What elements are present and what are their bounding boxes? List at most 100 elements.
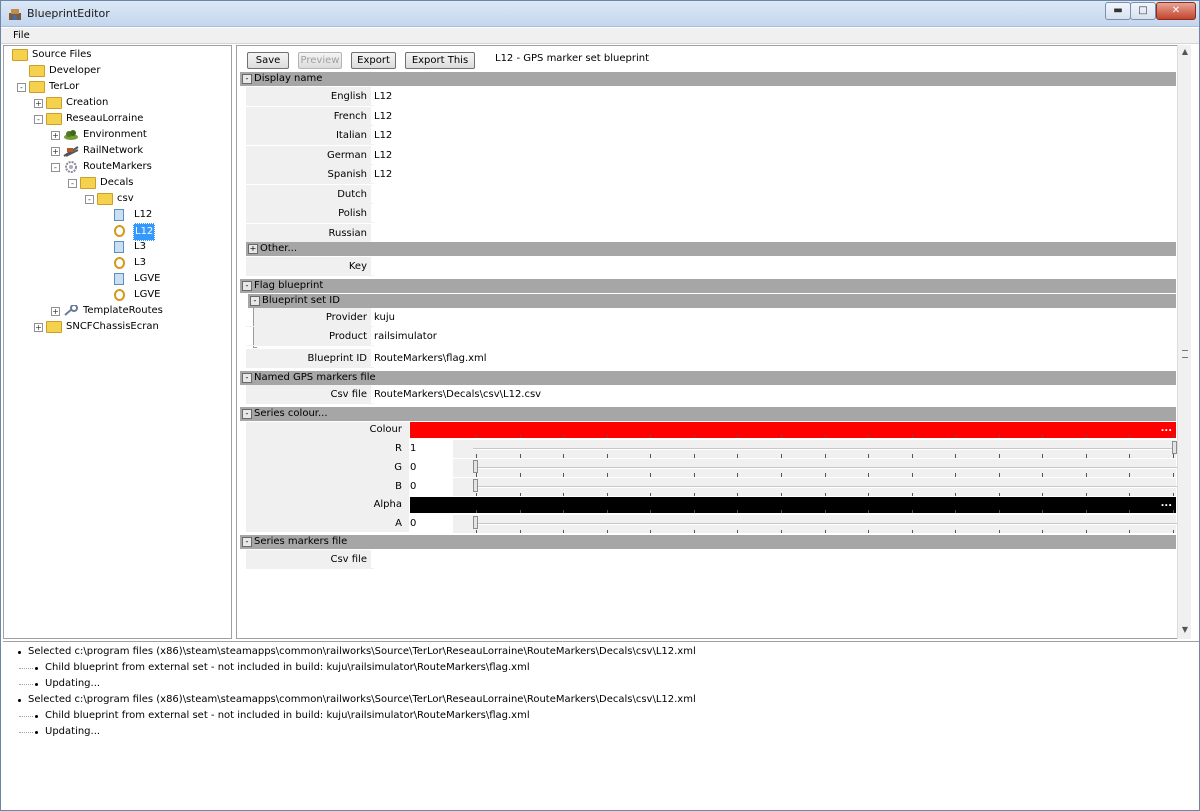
r-value[interactable]: 1 — [410, 440, 453, 458]
log-entry: Selected c:\program files (x86)\steam\st… — [28, 694, 696, 705]
tree-node-lgve-gps[interactable]: LGVE — [4, 287, 231, 303]
gps-csv-field[interactable]: RouteMarkers\Decals\csv\L12.csv — [374, 385, 1176, 404]
g-slider-thumb[interactable] — [473, 460, 478, 473]
b-slider[interactable] — [473, 473, 1178, 496]
tree-node-csv[interactable]: - csv — [4, 191, 231, 207]
g-slider[interactable] — [473, 454, 1178, 477]
collapse-toggle[interactable]: - — [242, 74, 252, 84]
tree-node-lgve-doc[interactable]: LGVE — [4, 271, 231, 287]
tree-node-creation[interactable]: + Creation — [4, 95, 231, 111]
tree-node-l12-doc[interactable]: L12 — [4, 207, 231, 223]
display-name-field[interactable]: L12 — [374, 145, 1176, 165]
tree-node-railnetwork[interactable]: + RailNetwork — [4, 143, 231, 159]
display-name-field[interactable]: L12 — [374, 165, 1176, 184]
a-value[interactable]: 0 — [410, 515, 453, 533]
tree-node-decals[interactable]: - Decals — [4, 175, 231, 191]
vertical-scrollbar[interactable]: ▲ ▼ — [1177, 45, 1191, 639]
collapse-icon[interactable]: - — [17, 83, 26, 92]
b-value[interactable]: 0 — [410, 478, 453, 496]
colour-swatch[interactable]: ... — [410, 422, 1176, 438]
collapse-icon[interactable]: - — [85, 195, 94, 204]
tree-node-l3-doc[interactable]: L3 — [4, 239, 231, 255]
tree-node-environment[interactable]: + Environment — [4, 127, 231, 143]
slider-tick — [650, 454, 652, 457]
display-name-field[interactable]: L12 — [374, 106, 1176, 126]
g-value[interactable]: 0 — [410, 459, 453, 477]
section-series-markers-file[interactable]: - Series markers file — [240, 535, 1176, 549]
output-log[interactable]: Selected c:\program files (x86)\steam\st… — [3, 641, 1199, 809]
a-slider[interactable] — [473, 510, 1178, 533]
scroll-up-icon[interactable]: ▲ — [1178, 45, 1192, 59]
tree-node-l3-gps[interactable]: L3 — [4, 255, 231, 271]
close-button[interactable]: ✕ — [1156, 2, 1196, 20]
display-name-label: English — [246, 87, 371, 106]
tree-node-label: Environment — [83, 129, 147, 140]
display-name-field[interactable]: L12 — [374, 87, 1176, 106]
tree-node-terlor[interactable]: - TerLor — [4, 79, 231, 95]
section-display-name[interactable]: - Display name — [240, 72, 1176, 86]
display-name-field[interactable] — [374, 223, 1176, 243]
tree-node-source-files[interactable]: Source Files — [4, 47, 231, 63]
display-name-field[interactable] — [374, 184, 1176, 204]
collapse-toggle[interactable]: - — [242, 409, 252, 419]
b-slider-thumb[interactable] — [473, 479, 478, 492]
section-other[interactable]: + Other... — [246, 242, 1176, 256]
scroll-grip-icon[interactable] — [1182, 350, 1188, 358]
menu-file[interactable]: File — [13, 30, 30, 41]
title-bar[interactable]: BlueprintEditor ▬ □ ✕ — [1, 1, 1199, 27]
slider-tick — [737, 510, 739, 513]
maximize-button[interactable]: □ — [1130, 2, 1156, 20]
tree-node-l12-gps[interactable]: L12 — [4, 223, 231, 241]
collapse-icon[interactable]: - — [51, 163, 60, 172]
r-slider[interactable] — [473, 435, 1178, 458]
blueprint-title: L12 - GPS marker set blueprint — [495, 53, 649, 64]
window-title: BlueprintEditor — [27, 7, 110, 20]
log-connector — [19, 684, 33, 685]
section-series-colour[interactable]: - Series colour... — [240, 407, 1176, 421]
blueprint-id-field[interactable]: RouteMarkers\flag.xml — [374, 349, 1176, 368]
slider-tick — [911, 493, 913, 496]
log-entry: Updating... — [45, 678, 101, 689]
collapse-toggle[interactable]: - — [242, 537, 252, 547]
preview-button[interactable]: Preview — [298, 52, 342, 69]
section-blueprint-set-id[interactable]: - Blueprint set ID — [248, 294, 1176, 308]
expand-icon[interactable]: + — [51, 147, 60, 156]
minimize-button[interactable]: ▬ — [1105, 2, 1131, 20]
tree-node-developer[interactable]: Developer — [4, 63, 231, 79]
product-field[interactable]: railsimulator — [374, 327, 1176, 346]
expand-icon[interactable]: + — [34, 99, 43, 108]
section-named-gps-markers[interactable]: - Named GPS markers file — [240, 371, 1176, 385]
scroll-down-icon[interactable]: ▼ — [1178, 623, 1192, 637]
display-name-field[interactable] — [374, 204, 1176, 223]
collapse-icon[interactable]: - — [34, 115, 43, 124]
expand-icon[interactable]: + — [51, 131, 60, 140]
alpha-picker-button[interactable]: ... — [1161, 498, 1172, 509]
key-field[interactable] — [374, 257, 1176, 276]
collapse-toggle[interactable]: - — [242, 281, 252, 291]
provider-field[interactable]: kuju — [374, 308, 1176, 327]
expand-toggle[interactable]: + — [248, 244, 258, 254]
collapse-toggle[interactable]: - — [242, 373, 252, 383]
series-csv-field[interactable] — [374, 550, 1176, 569]
export-this-button[interactable]: Export This — [405, 52, 475, 69]
gps-marker-icon — [114, 289, 125, 301]
slider-tick — [955, 435, 957, 438]
expand-icon[interactable]: + — [34, 323, 43, 332]
tree-node-sncfchassisecran[interactable]: + SNCFChassisEcran — [4, 319, 231, 335]
save-button[interactable]: Save — [247, 52, 289, 69]
alpha-swatch[interactable]: ... — [410, 497, 1176, 513]
expand-icon[interactable]: + — [51, 307, 60, 316]
tree-node-reseaulorraine[interactable]: - ReseauLorraine — [4, 111, 231, 127]
tree-node-routemarkers[interactable]: - RouteMarkers — [4, 159, 231, 175]
environment-icon — [63, 129, 79, 141]
colour-picker-button[interactable]: ... — [1161, 423, 1172, 434]
tree-node-templateroutes[interactable]: + TemplateRoutes — [4, 303, 231, 319]
source-tree[interactable]: Source Files Developer - TerLor + Creation - Re… — [3, 45, 232, 639]
slider-tick — [1173, 510, 1174, 513]
export-button[interactable]: Export — [351, 52, 396, 69]
display-name-field[interactable]: L12 — [374, 126, 1176, 145]
section-flag-blueprint[interactable]: - Flag blueprint — [240, 279, 1176, 293]
a-slider-thumb[interactable] — [473, 516, 478, 529]
collapse-icon[interactable]: - — [68, 179, 77, 188]
collapse-toggle[interactable]: - — [250, 296, 260, 306]
